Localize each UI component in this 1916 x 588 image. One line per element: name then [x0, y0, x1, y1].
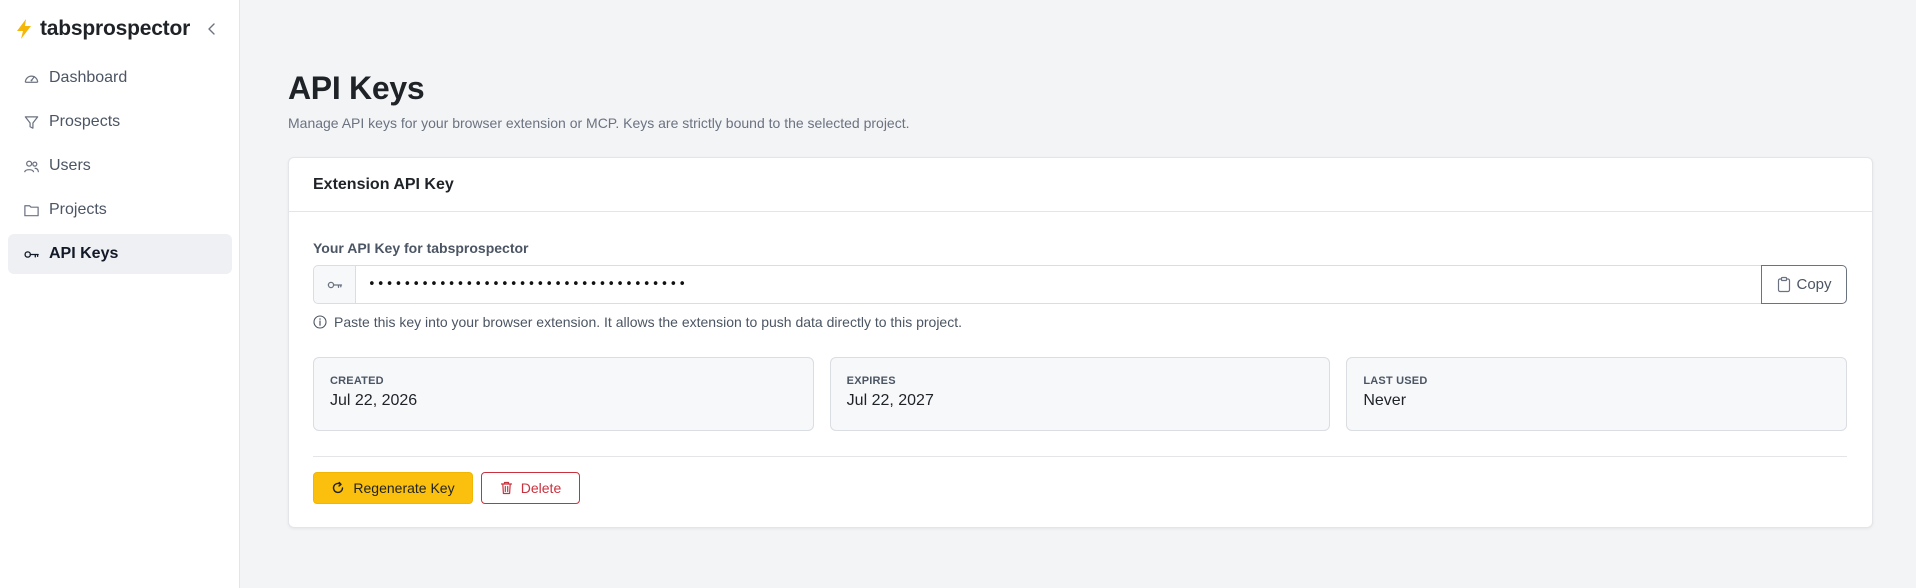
chevron-left-icon	[208, 23, 215, 35]
sidebar-item-dashboard[interactable]: Dashboard	[8, 58, 232, 98]
folder-icon	[24, 204, 39, 216]
sidebar-item-label: Users	[49, 157, 91, 174]
copy-button[interactable]: Copy	[1761, 265, 1847, 304]
sidebar-item-label: Projects	[49, 201, 107, 218]
stat-label: CREATED	[330, 375, 384, 387]
brand-name: tabsprospector	[40, 17, 191, 40]
info-icon	[313, 315, 327, 329]
refresh-icon	[333, 481, 344, 494]
stat-created: CREATED Jul 22, 2026	[313, 357, 814, 431]
brand[interactable]: tabsprospector	[14, 14, 190, 44]
regenerate-key-button[interactable]: Regenerate Key	[313, 472, 473, 504]
hint-text: Paste this key into your browser extensi…	[334, 314, 962, 330]
delete-button[interactable]: Delete	[481, 472, 580, 504]
stat-value: Jul 22, 2026	[330, 392, 418, 409]
key-icon	[327, 281, 342, 288]
dashboard-gauge-icon	[24, 75, 39, 83]
collapse-sidebar-button[interactable]	[202, 18, 222, 40]
regenerate-label: Regenerate Key	[353, 480, 455, 496]
lightning-bolt-icon	[17, 19, 31, 39]
sidebar-item-prospects[interactable]: Prospects	[8, 102, 232, 142]
card-actions: Regenerate Key Delete	[313, 472, 580, 504]
stat-value: Jul 22, 2027	[846, 392, 934, 409]
card-title: Extension API Key	[289, 158, 1872, 212]
users-icon	[24, 160, 40, 172]
page-title: API Keys	[288, 70, 425, 106]
sidebar-item-api-keys[interactable]: API Keys	[8, 234, 232, 274]
api-key-input-group: Copy	[313, 265, 1847, 304]
divider	[313, 456, 1847, 457]
stat-label: EXPIRES	[846, 375, 896, 387]
delete-label: Delete	[520, 480, 562, 496]
key-stats: CREATED Jul 22, 2026 EXPIRES Jul 22, 202…	[313, 357, 1848, 431]
sidebar-item-label: Prospects	[49, 113, 121, 130]
sidebar: tabsprospector Dashboard Prospects Users…	[0, 0, 240, 588]
page-subtitle: Manage API keys for your browser extensi…	[288, 115, 910, 131]
api-key-label: Your API Key for tabsprospector	[313, 240, 529, 256]
api-key-field[interactable]	[355, 265, 1761, 304]
stat-last-used: LAST USED Never	[1346, 357, 1848, 431]
copy-label: Copy	[1796, 276, 1832, 293]
filter-icon	[24, 115, 39, 129]
key-icon	[24, 250, 39, 258]
sidebar-item-projects[interactable]: Projects	[8, 190, 232, 230]
sidebar-item-label: Dashboard	[49, 69, 128, 86]
stat-expires: EXPIRES Jul 22, 2027	[829, 357, 1331, 431]
clipboard-icon	[1778, 276, 1791, 293]
stat-value: Never	[1363, 392, 1407, 409]
key-addon	[313, 265, 355, 304]
extension-api-key-card: Extension API Key Your API Key for tabsp…	[288, 157, 1873, 528]
sidebar-item-label: API Keys	[49, 245, 119, 262]
stat-label: LAST USED	[1363, 375, 1428, 387]
sidebar-nav: Dashboard Prospects Users Projects API K…	[8, 58, 232, 278]
trash-icon	[500, 481, 512, 495]
api-key-hint: Paste this key into your browser extensi…	[313, 314, 962, 330]
sidebar-item-users[interactable]: Users	[8, 146, 232, 186]
